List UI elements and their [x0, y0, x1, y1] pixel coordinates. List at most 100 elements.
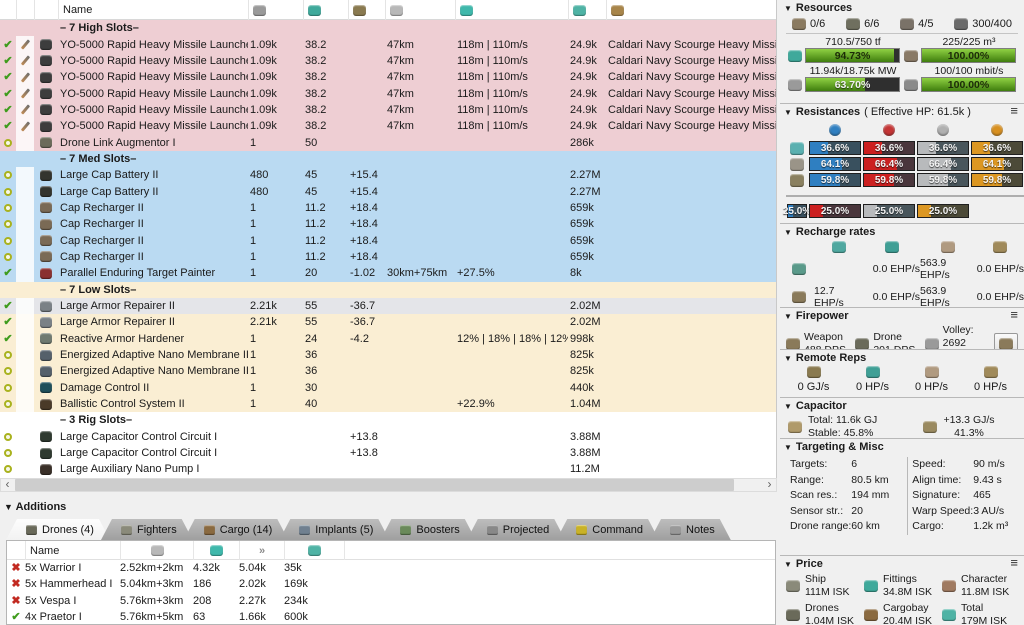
tab-command[interactable]: Command	[556, 519, 659, 540]
module-row[interactable]: ✔YO-5000 Rapid Heavy Missile Launcher1.0…	[0, 69, 776, 85]
active-state-icon[interactable]: ✔	[3, 121, 12, 131]
tab-fighters[interactable]: Fighters	[101, 519, 193, 540]
price-column-header[interactable]	[568, 0, 606, 20]
online-state-icon[interactable]	[4, 351, 12, 359]
active-state-icon[interactable]: ✔	[3, 301, 12, 311]
speed-column-header[interactable]: »	[239, 541, 284, 560]
online-state-icon[interactable]	[4, 220, 12, 228]
online-state-icon[interactable]	[4, 188, 12, 196]
tab-notes[interactable]: Notes	[650, 519, 731, 540]
online-state-icon[interactable]	[4, 449, 12, 457]
recharge-header[interactable]: ▼ Recharge rates	[784, 226, 1020, 238]
active-state-icon[interactable]: ✔	[3, 334, 12, 344]
module-row[interactable]: Cap Recharger II111.2+18.4659k	[0, 216, 776, 232]
scroll-right-arrow[interactable]: ›	[763, 479, 776, 491]
horizontal-scrollbar[interactable]: ‹ ›	[0, 478, 777, 492]
firepower-header[interactable]: ▼ Firepower	[784, 310, 1020, 322]
online-state-icon[interactable]	[4, 367, 12, 375]
module-row[interactable]: Large Cap Battery II48045+15.42.27M	[0, 167, 776, 183]
module-row[interactable]: Large Capacitor Control Circuit I+13.83.…	[0, 445, 776, 461]
module-row[interactable]: ✔YO-5000 Rapid Heavy Missile Launcher1.0…	[0, 85, 776, 101]
menu-icon[interactable]: ≡	[1010, 310, 1018, 320]
active-state-icon[interactable]: ✔	[3, 268, 12, 278]
module-row[interactable]: ✔YO-5000 Rapid Heavy Missile Launcher1.0…	[0, 36, 776, 52]
active-state-icon[interactable]: ✔	[3, 317, 12, 327]
tab-drones-4[interactable]: Drones (4)	[6, 519, 110, 540]
active-state-icon[interactable]: ✔	[11, 612, 20, 622]
tab-cargo-14[interactable]: Cargo (14)	[184, 519, 289, 540]
menu-icon[interactable]: ≡	[1010, 106, 1018, 116]
tab-implants-5[interactable]: Implants (5)	[279, 519, 389, 540]
collapse-icon[interactable]: ▼	[784, 560, 792, 569]
online-state-icon[interactable]	[4, 171, 12, 179]
module-row[interactable]: ✔YO-5000 Rapid Heavy Missile Launcher1.0…	[0, 53, 776, 69]
online-state-icon[interactable]	[4, 139, 12, 147]
collapse-icon[interactable]: ▼	[784, 108, 792, 117]
online-state-icon[interactable]	[4, 433, 12, 441]
online-state-icon[interactable]	[4, 253, 12, 261]
active-state-icon[interactable]: ✔	[3, 40, 12, 50]
price-column-header[interactable]	[284, 541, 344, 560]
cpu-column-header[interactable]	[303, 0, 348, 20]
online-state-icon[interactable]	[4, 237, 12, 245]
module-row[interactable]: ✔YO-5000 Rapid Heavy Missile Launcher1.0…	[0, 118, 776, 134]
active-state-icon[interactable]: ✔	[3, 56, 12, 66]
scrollbar-track[interactable]	[14, 479, 763, 491]
scrollbar-thumb[interactable]	[15, 479, 734, 491]
active-state-icon[interactable]: ✔	[3, 105, 12, 115]
online-state-icon[interactable]	[4, 465, 12, 473]
price-header[interactable]: ▼ Price	[784, 558, 1020, 570]
online-state-icon[interactable]	[4, 204, 12, 212]
module-row[interactable]: Drone Link Augmentor I150286k	[0, 134, 776, 150]
attribute-column-header[interactable]	[193, 541, 239, 560]
ammo-column-header[interactable]	[606, 0, 776, 20]
online-state-icon[interactable]	[4, 384, 12, 392]
collapse-icon[interactable]: ▼	[784, 354, 792, 363]
name-column-header[interactable]: Name	[58, 0, 248, 20]
collapse-icon[interactable]: ▼	[784, 228, 792, 237]
active-state-icon[interactable]: ✔	[3, 72, 12, 82]
remote-reps-header[interactable]: ▼ Remote Reps	[784, 352, 1020, 364]
targeting-header[interactable]: ▼ Targeting & Misc	[784, 441, 1020, 453]
collapse-icon[interactable]: ▼	[784, 402, 792, 411]
module-row[interactable]: ✔Reactive Armor Hardener124-4.212% | 18%…	[0, 331, 776, 347]
module-row[interactable]: ✔Large Armor Repairer II2.21k55-36.72.02…	[0, 314, 776, 330]
module-row[interactable]: Energized Adaptive Nano Membrane II13682…	[0, 347, 776, 363]
attribute-column-header[interactable]	[455, 0, 568, 20]
name-column-header[interactable]: Name	[25, 541, 120, 560]
resistances-header[interactable]: ▼ Resistances ( Effective HP: 61.5k )	[784, 106, 1020, 118]
module-row[interactable]: Damage Control II130440k	[0, 380, 776, 396]
capacitor-header[interactable]: ▼ Capacitor	[784, 400, 1020, 412]
scroll-left-arrow[interactable]: ‹	[1, 479, 14, 491]
drone-row[interactable]: ✔4x Praetor I5.76km+5km631.66k600k	[7, 609, 775, 625]
module-row[interactable]: Cap Recharger II111.2+18.4659k	[0, 232, 776, 248]
drone-row[interactable]: ✖5x Hammerhead I5.04km+3km1862.02k169k	[7, 576, 775, 592]
module-row[interactable]: ✔Large Armor Repairer II2.21k55-36.72.02…	[0, 298, 776, 314]
module-row[interactable]: Cap Recharger II111.2+18.4659k	[0, 249, 776, 265]
module-row[interactable]: Energized Adaptive Nano Membrane II13682…	[0, 363, 776, 379]
range-column-header[interactable]	[120, 541, 193, 560]
collapse-icon[interactable]: ▼	[784, 443, 792, 452]
capacitor-column-header[interactable]	[348, 0, 385, 20]
additions-section-header[interactable]: ▼ Additions	[4, 501, 66, 513]
tab-projected[interactable]: Projected	[467, 519, 565, 540]
resources-header[interactable]: ▼ Resources	[784, 2, 1020, 14]
module-row[interactable]: Ballistic Control System II140+22.9%1.04…	[0, 396, 776, 412]
module-row[interactable]: Cap Recharger II111.2+18.4659k	[0, 200, 776, 216]
module-row[interactable]: ✔Parallel Enduring Target Painter120-1.0…	[0, 265, 776, 281]
module-row[interactable]: Large Cap Battery II48045+15.42.27M	[0, 183, 776, 199]
tab-boosters[interactable]: Boosters	[380, 519, 475, 540]
collapse-icon[interactable]: ▼	[4, 502, 13, 512]
module-row[interactable]: ✔YO-5000 Rapid Heavy Missile Launcher1.0…	[0, 102, 776, 118]
module-row[interactable]: Large Capacitor Control Circuit I+13.83.…	[0, 429, 776, 445]
inactive-state-icon[interactable]: ✖	[11, 579, 20, 589]
drone-row[interactable]: ✖5x Warrior I2.52km+2km4.32k5.04k35k	[7, 560, 775, 576]
powergrid-column-header[interactable]	[248, 0, 303, 20]
active-state-icon[interactable]: ✔	[3, 89, 12, 99]
drone-row[interactable]: ✖5x Vespa I5.76km+3km2082.27k234k	[7, 593, 775, 609]
module-row[interactable]: Large Auxiliary Nano Pump I11.2M	[0, 461, 776, 477]
range-column-header[interactable]	[385, 0, 455, 20]
online-state-icon[interactable]	[4, 400, 12, 408]
collapse-icon[interactable]: ▼	[784, 4, 792, 13]
firepower-graph-button[interactable]	[994, 333, 1018, 351]
